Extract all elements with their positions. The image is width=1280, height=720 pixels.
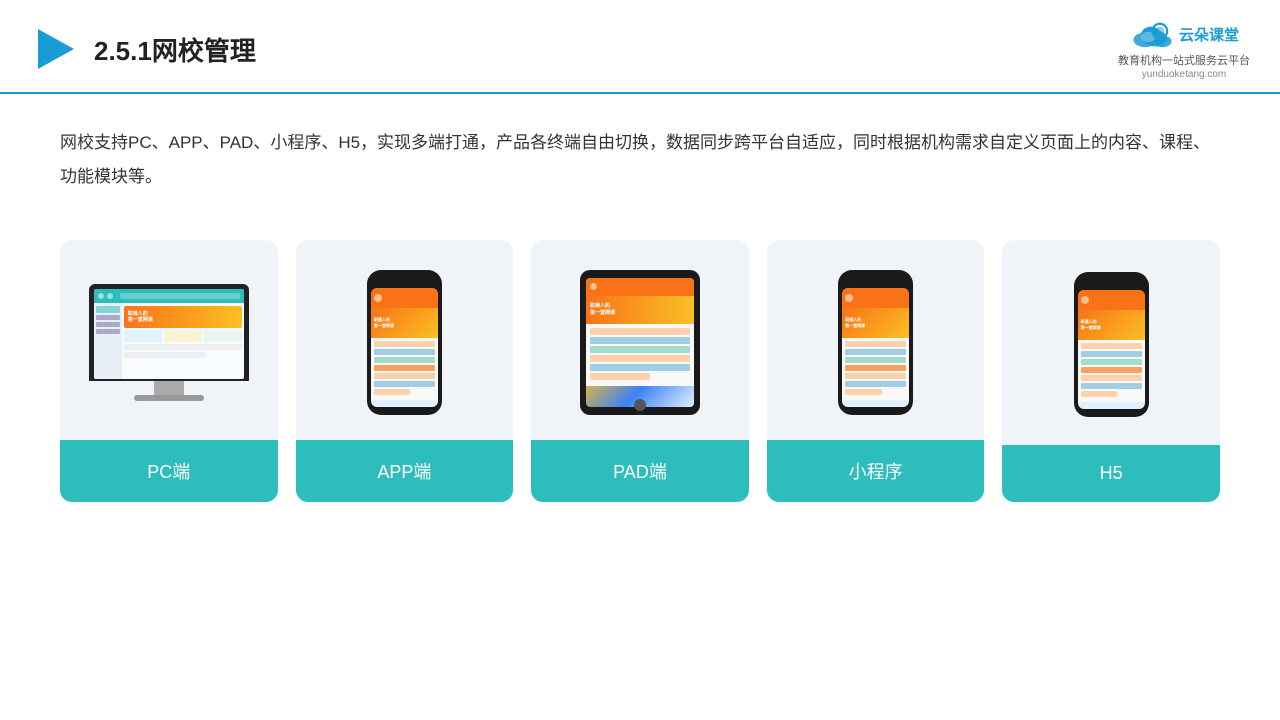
card-miniapp: 职通人的第一堂网课 小程序 [767, 240, 985, 502]
page-title: 2.5.1网校管理 [94, 31, 256, 68]
logo-url: yunduoketang.com [1142, 69, 1227, 80]
play-icon [30, 25, 78, 73]
header-left: 2.5.1网校管理 [30, 25, 256, 73]
cards-container: 职通人的第一堂网课 [0, 210, 1280, 502]
cloud-icon [1129, 18, 1173, 50]
pc-monitor: 职通人的第一堂网课 [89, 284, 249, 401]
card-image-pc: 职通人的第一堂网课 [60, 240, 278, 440]
pad-tablet: 职通人的第一堂网课 [580, 270, 700, 415]
miniapp-phone: 职通人的第一堂网课 [838, 270, 913, 415]
card-label-pad: PAD端 [531, 440, 749, 502]
card-label-pc: PC端 [60, 440, 278, 502]
card-pad: 职通人的第一堂网课 PAD端 [531, 240, 749, 502]
logo-name: 云朵课堂 [1179, 24, 1239, 45]
card-h5: 职通人的第一堂网课 H5 [1002, 240, 1220, 502]
card-image-h5: 职通人的第一堂网课 [1002, 240, 1220, 445]
card-label-app: APP端 [296, 440, 514, 502]
card-image-miniapp: 职通人的第一堂网课 [767, 240, 985, 440]
page-header: 2.5.1网校管理 云朵课堂 教育机构一站式服务云平台 yunduoketang… [0, 0, 1280, 94]
logo-cloud: 云朵课堂 [1129, 18, 1239, 50]
card-image-pad: 职通人的第一堂网课 [531, 240, 749, 440]
logo-tagline: 教育机构一站式服务云平台 [1118, 52, 1250, 68]
card-image-app: 职通人的第一堂网课 [296, 240, 514, 440]
logo-area: 云朵课堂 教育机构一站式服务云平台 yunduoketang.com [1118, 18, 1250, 80]
card-label-h5: H5 [1002, 445, 1220, 502]
app-phone: 职通人的第一堂网课 [367, 270, 442, 415]
h5-phone: 职通人的第一堂网课 [1074, 272, 1149, 417]
description-text: 网校支持PC、APP、PAD、小程序、H5，实现多端打通，产品各终端自由切换，数… [0, 94, 1280, 210]
card-pc: 职通人的第一堂网课 [60, 240, 278, 502]
card-label-miniapp: 小程序 [767, 440, 985, 502]
card-app: 职通人的第一堂网课 APP端 [296, 240, 514, 502]
